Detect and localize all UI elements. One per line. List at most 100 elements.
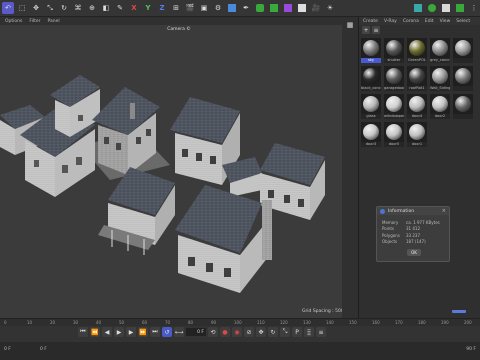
ok-button[interactable]: OK	[407, 249, 421, 256]
material-swatch[interactable]: garagedoor	[384, 66, 404, 91]
move-icon[interactable]: ✥	[30, 2, 42, 14]
material-swatch[interactable]: wilndowpost	[384, 94, 404, 119]
y-axis-lock-icon[interactable]: Y	[142, 2, 154, 14]
viewport-menu-panel[interactable]: Panel	[48, 19, 60, 24]
material-preview	[430, 38, 450, 58]
timeline-menu-icon[interactable]: ≡	[316, 327, 326, 337]
material-menu-edit[interactable]: Edit	[425, 19, 434, 24]
floor-icon[interactable]	[296, 2, 308, 14]
material-swatch[interactable]: glass	[361, 94, 381, 119]
render-settings-icon[interactable]: ⚙	[212, 2, 224, 14]
cloner-icon[interactable]	[268, 2, 280, 14]
material-size-slider[interactable]	[452, 310, 466, 313]
camera-icon[interactable]: 🎥	[310, 2, 322, 14]
ruler-tick-label: 180	[418, 320, 426, 325]
material-menu-corona[interactable]: Corona	[403, 19, 419, 24]
render-picture-viewer-icon[interactable]: ▣	[198, 2, 210, 14]
paint-icon[interactable]: ✎	[114, 2, 126, 14]
record-icon[interactable]: ●	[220, 327, 230, 337]
model-mode-icon[interactable]: ◧	[100, 2, 112, 14]
light-icon[interactable]: ☀	[324, 2, 336, 14]
subdivision-icon[interactable]	[254, 2, 266, 14]
material-swatch[interactable]: door1	[407, 122, 427, 147]
recent-tools-icon[interactable]: ⌘	[72, 2, 84, 14]
material-swatch[interactable]: black_concr	[361, 66, 381, 91]
render-view-icon[interactable]: 🎬	[184, 2, 196, 14]
material-menu-view[interactable]: View	[440, 19, 451, 24]
z-axis-lock-icon[interactable]: Z	[156, 2, 168, 14]
material-menu-select[interactable]: Select	[456, 19, 470, 24]
pla-key-icon[interactable]: ⣿	[304, 327, 314, 337]
ruler-tick-label: 20	[50, 320, 56, 325]
material-label: black_concr	[361, 86, 381, 91]
loop-icon[interactable]: ↺	[162, 327, 172, 337]
coordinate-system-icon[interactable]: ⊕	[86, 2, 98, 14]
material-swatch[interactable]: roofRat1	[407, 66, 427, 91]
rotation-key-icon[interactable]: ↻	[268, 327, 278, 337]
parameter-key-icon[interactable]: P	[292, 327, 302, 337]
min-frame-field[interactable]: 0 F	[40, 347, 47, 352]
ruler-tick-label: 60	[142, 320, 148, 325]
material-ball-icon	[455, 40, 471, 56]
position-key-icon[interactable]: ✥	[256, 327, 266, 337]
autokey-icon[interactable]: ⟲	[208, 327, 218, 337]
previous-key-icon[interactable]: ⏪	[90, 327, 100, 337]
go-to-start-icon[interactable]: ⏮	[78, 327, 88, 337]
material-swatch[interactable]: GreenPOL	[407, 38, 427, 63]
dialog-titlebar[interactable]: Information ×	[377, 207, 449, 215]
material-ball-icon	[432, 96, 448, 112]
current-frame-field[interactable]: 0 F	[186, 328, 206, 336]
material-swatch[interactable]: door2	[430, 94, 450, 119]
end-frame-field[interactable]: 90 F	[466, 347, 476, 352]
play-icon[interactable]: ▶	[114, 327, 124, 337]
go-to-end-icon[interactable]: ⏭	[150, 327, 160, 337]
material-ball-icon	[386, 124, 402, 140]
tag-icon[interactable]	[454, 2, 466, 14]
world-coordinates-icon[interactable]: ⊞	[170, 2, 182, 14]
add-material-icon[interactable]: +	[362, 26, 370, 34]
material-swatch[interactable]: door5	[384, 122, 404, 147]
viewport[interactable]: Camera © Grid Spacing: 500 cm	[0, 25, 358, 318]
material-menu-vray[interactable]: V-Ray	[384, 19, 397, 24]
material-label: roofRat1	[407, 86, 427, 91]
material-filter-icon[interactable]: ≡	[372, 26, 380, 34]
autokey-record-icon[interactable]: ◉	[232, 327, 242, 337]
material-swatch[interactable]: shutter	[384, 38, 404, 63]
deformer-icon[interactable]	[282, 2, 294, 14]
layer-icon[interactable]	[440, 2, 452, 14]
material-swatch[interactable]	[453, 66, 473, 91]
material-swatch[interactable]	[453, 94, 473, 119]
sphere-object-icon[interactable]	[426, 2, 438, 14]
material-swatch[interactable]: sky	[361, 38, 381, 63]
undo-icon[interactable]: ↶	[2, 2, 14, 14]
next-frame-icon[interactable]: ▶	[126, 327, 136, 337]
keyframe-selection-icon[interactable]: ⊘	[244, 327, 254, 337]
material-label: shutter	[384, 58, 404, 63]
null-icon[interactable]: ⋮	[468, 2, 480, 14]
material-label: Wall_Siding	[430, 86, 450, 91]
material-menu-create[interactable]: Create	[363, 19, 378, 24]
scale-icon[interactable]: ⤡	[44, 2, 56, 14]
pen-spline-icon[interactable]: ✒	[240, 2, 252, 14]
material-swatch[interactable]	[453, 38, 473, 63]
cube-icon[interactable]	[226, 2, 238, 14]
material-swatch[interactable]: door3	[361, 122, 381, 147]
layout-icon[interactable]: ▦	[344, 19, 356, 31]
next-key-icon[interactable]: ⏩	[138, 327, 148, 337]
right-side-toolbar: ▦	[342, 17, 358, 318]
material-swatch[interactable]: Wall_Siding	[430, 66, 450, 91]
frame-range-icon[interactable]: ⟷	[174, 327, 184, 337]
previous-frame-icon[interactable]: ◀	[102, 327, 112, 337]
timeline-ruler[interactable]: 0 10 20 30 40 50 60 70 80 90 100 110 120 130 140 150 160…	[0, 319, 480, 326]
scale-key-icon[interactable]: ⤡	[280, 327, 290, 337]
cube-object-icon[interactable]	[412, 2, 424, 14]
material-swatch[interactable]: door4	[407, 94, 427, 119]
material-swatch[interactable]: grey_concre	[430, 38, 450, 63]
x-axis-lock-icon[interactable]: X	[128, 2, 140, 14]
start-frame-field[interactable]: 0 F	[4, 347, 11, 352]
viewport-menu-filter[interactable]: Filter	[29, 19, 40, 24]
viewport-menu-options[interactable]: Options	[5, 19, 22, 24]
close-icon[interactable]: ×	[442, 208, 446, 214]
live-selection-icon[interactable]: ⬚	[16, 2, 28, 14]
rotate-icon[interactable]: ↻	[58, 2, 70, 14]
